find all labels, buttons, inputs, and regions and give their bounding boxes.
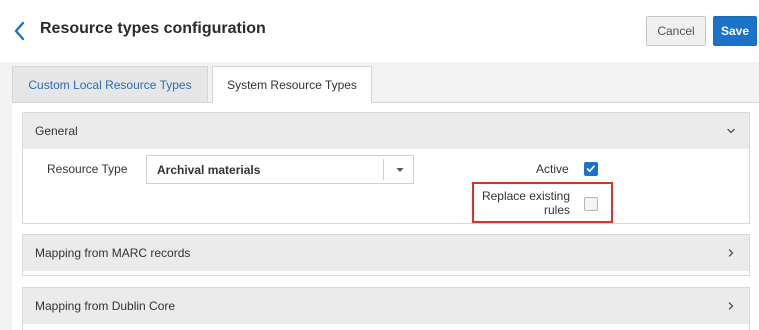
checkmark-icon — [586, 165, 595, 173]
chevron-right-icon — [728, 249, 734, 257]
page-title: Resource types configuration — [40, 20, 266, 37]
save-button[interactable]: Save — [713, 16, 757, 46]
section-mapping-dublin-core: Mapping from Dublin Core — [22, 287, 750, 330]
active-checkbox[interactable] — [584, 162, 598, 176]
tab-system-resource-types[interactable]: System Resource Types — [212, 66, 372, 103]
resource-type-select[interactable]: Archival materials — [146, 155, 414, 184]
section-title: Mapping from MARC records — [35, 246, 191, 260]
replace-existing-rules-label: Replace existing rules — [481, 189, 570, 217]
page-header: Resource types configuration Cancel Save — [0, 0, 760, 62]
tab-custom-local-resource-types[interactable]: Custom Local Resource Types — [12, 66, 208, 102]
section-general-header[interactable]: General — [23, 113, 749, 149]
resource-type-label: Resource Type — [47, 162, 128, 176]
section-title: General — [35, 124, 78, 138]
tab-label: Custom Local Resource Types — [28, 77, 192, 92]
select-divider — [383, 159, 384, 180]
section-mapping-marc: Mapping from MARC records — [22, 234, 750, 276]
tab-label: System Resource Types — [227, 78, 357, 92]
chevron-left-icon[interactable] — [9, 18, 31, 44]
section-dublin-core-header[interactable]: Mapping from Dublin Core — [23, 288, 749, 324]
resource-type-value: Archival materials — [157, 163, 261, 177]
cancel-button[interactable]: Cancel — [646, 16, 706, 46]
chevron-down-icon — [727, 128, 735, 134]
caret-down-icon — [396, 168, 404, 172]
section-marc-header[interactable]: Mapping from MARC records — [23, 235, 749, 271]
replace-existing-rules-checkbox[interactable] — [584, 197, 598, 211]
active-label: Active — [536, 162, 569, 176]
section-title: Mapping from Dublin Core — [35, 299, 176, 313]
chevron-right-icon — [728, 302, 734, 310]
